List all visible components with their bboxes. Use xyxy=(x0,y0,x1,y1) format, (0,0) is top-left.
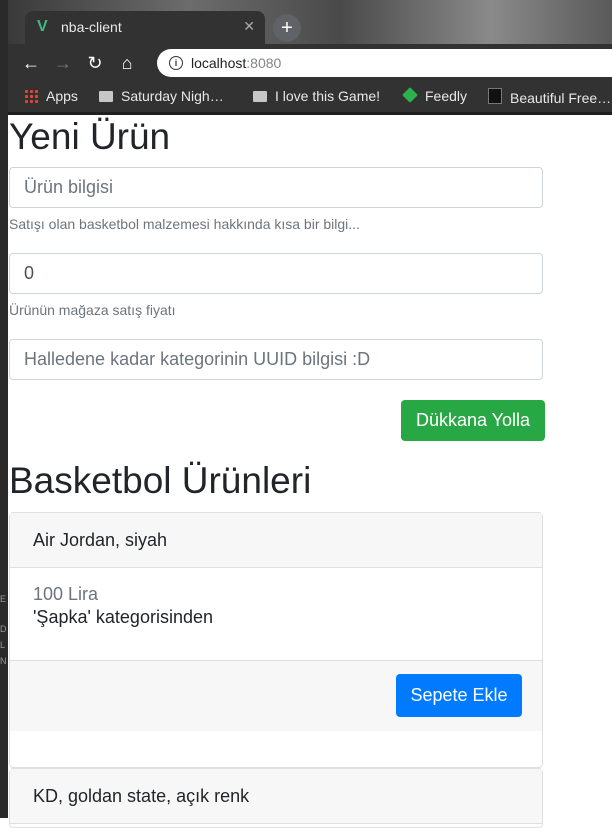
back-arrow-icon[interactable]: ← xyxy=(20,52,42,74)
bookmark-label: Feedly xyxy=(425,88,468,104)
product-info-help: Satışı olan basketbol malzemesi hakkında… xyxy=(9,216,360,232)
browser-toolbar: ← → ↻ ⌂ i localhost:8080 xyxy=(8,44,612,82)
bookmark-saturday-night[interactable]: Saturday Nigh… xyxy=(99,88,224,106)
product-card-footer: Sepete Ekle xyxy=(10,660,542,731)
bookmark-label: Saturday Nigh… xyxy=(121,88,224,104)
bookmark-label: Beautiful Free… xyxy=(510,90,612,106)
bookmark-beautiful-free[interactable]: Beautiful Free… xyxy=(488,88,611,106)
price-help: Ürünün mağaza satış fiyatı xyxy=(9,302,176,318)
reload-icon[interactable]: ↻ xyxy=(84,52,106,74)
folder-icon xyxy=(99,91,113,102)
add-to-cart-button[interactable]: Sepete Ekle xyxy=(396,674,522,717)
bookmarks-bar: Apps Saturday Nigh… I love this Game! Fe… xyxy=(8,82,612,115)
tab-title: nba-client xyxy=(61,19,122,35)
product-name: Air Jordan, siyah xyxy=(10,513,542,568)
product-name: KD, goldan state, açık renk xyxy=(10,769,542,824)
product-info-input[interactable]: Ürün bilgisi xyxy=(9,167,543,208)
product-category: 'Şapka' kategorisinden xyxy=(33,607,213,627)
browser-tab-strip: V nba-client ✕ + xyxy=(8,0,612,44)
feedly-icon xyxy=(402,87,418,103)
desktop-fragment: L xyxy=(0,640,6,650)
url-port: :8080 xyxy=(246,55,282,71)
new-product-title: Yeni Ürün xyxy=(9,116,171,157)
submit-to-shop-button[interactable]: Dükkana Yolla xyxy=(401,400,545,441)
close-icon[interactable]: ✕ xyxy=(243,18,255,35)
bookmark-favicon-icon xyxy=(488,88,502,104)
bookmark-feedly[interactable]: Feedly xyxy=(402,87,468,106)
bookmark-label: Apps xyxy=(46,88,78,104)
product-card-body: 100 Lira 'Şapka' kategorisinden xyxy=(10,568,542,660)
products-title: Basketbol Ürünleri xyxy=(9,460,312,501)
browser-tab[interactable]: V nba-client ✕ xyxy=(25,11,265,44)
forward-arrow-icon[interactable]: → xyxy=(52,52,74,74)
home-icon[interactable]: ⌂ xyxy=(116,52,138,74)
product-price: 100 Lira xyxy=(33,584,99,604)
product-card: KD, goldan state, açık renk xyxy=(9,768,543,828)
bookmark-label: I love this Game! xyxy=(275,88,381,104)
product-card: Air Jordan, siyah 100 Lira 'Şapka' kateg… xyxy=(9,512,543,768)
url-host: localhost xyxy=(191,55,247,71)
info-icon[interactable]: i xyxy=(169,56,183,70)
folder-icon xyxy=(253,91,267,102)
desktop-fragment: D xyxy=(0,624,7,634)
desktop-fragment: E xyxy=(0,594,7,604)
vue-logo-icon: V xyxy=(37,18,48,35)
address-bar[interactable]: i localhost:8080 xyxy=(157,49,612,77)
price-input[interactable]: 0 xyxy=(9,253,543,294)
page-content: Yeni Ürün Ürün bilgisi Satışı olan baske… xyxy=(8,115,612,828)
new-tab-button[interactable]: + xyxy=(273,14,301,42)
apps-grid-icon xyxy=(24,89,38,103)
desktop-background: E D L N xyxy=(0,0,8,818)
bookmark-apps[interactable]: Apps xyxy=(24,88,78,106)
bookmark-i-love-this-game[interactable]: I love this Game! xyxy=(253,88,380,106)
category-uuid-input[interactable]: Halledene kadar kategorinin UUID bilgisi… xyxy=(9,339,543,380)
desktop-fragment: N xyxy=(0,656,7,666)
